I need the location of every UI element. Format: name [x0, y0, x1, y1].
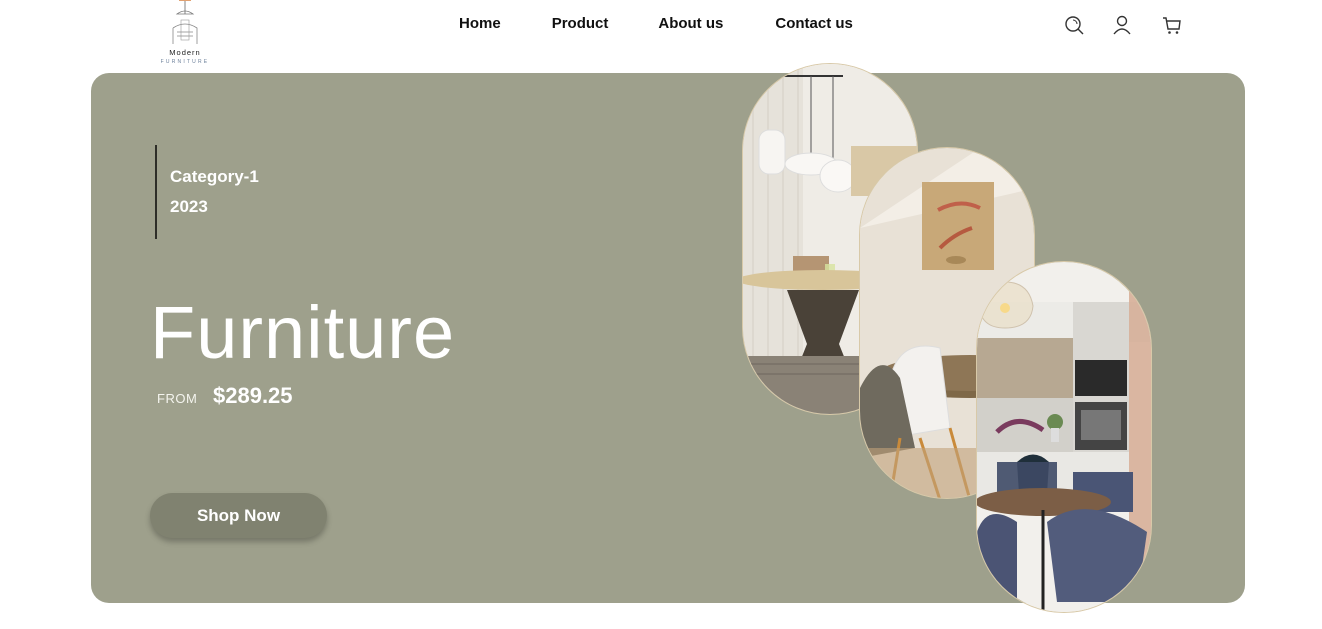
- hero-category: Category-1: [170, 167, 259, 186]
- hero-title: Furniture: [150, 291, 456, 374]
- brand-subtitle: FURNITURE: [160, 59, 210, 65]
- brand-logo[interactable]: Modern FURNITURE: [156, 0, 216, 70]
- kitchen-dining-photo: [976, 261, 1152, 613]
- price-from-label: FROM: [157, 391, 198, 406]
- search-icon[interactable]: [1063, 14, 1085, 36]
- nav-home[interactable]: Home: [459, 15, 501, 32]
- nav-about-us[interactable]: About us: [658, 15, 723, 32]
- main-nav: Home Product About us Contact us: [459, 15, 853, 32]
- nav-product[interactable]: Product: [552, 15, 609, 32]
- nav-contact-us[interactable]: Contact us: [775, 15, 853, 32]
- header-icons: [1063, 14, 1183, 36]
- shop-now-button[interactable]: Shop Now: [150, 493, 327, 538]
- user-icon[interactable]: [1111, 14, 1133, 36]
- cart-icon[interactable]: [1161, 14, 1183, 36]
- chair-lamp-logo-icon: [172, 0, 198, 44]
- hero-year: 2023: [170, 197, 208, 216]
- hero-price: $289.25: [213, 383, 293, 408]
- brand-name: Modern: [169, 48, 201, 57]
- category-divider: [155, 145, 157, 239]
